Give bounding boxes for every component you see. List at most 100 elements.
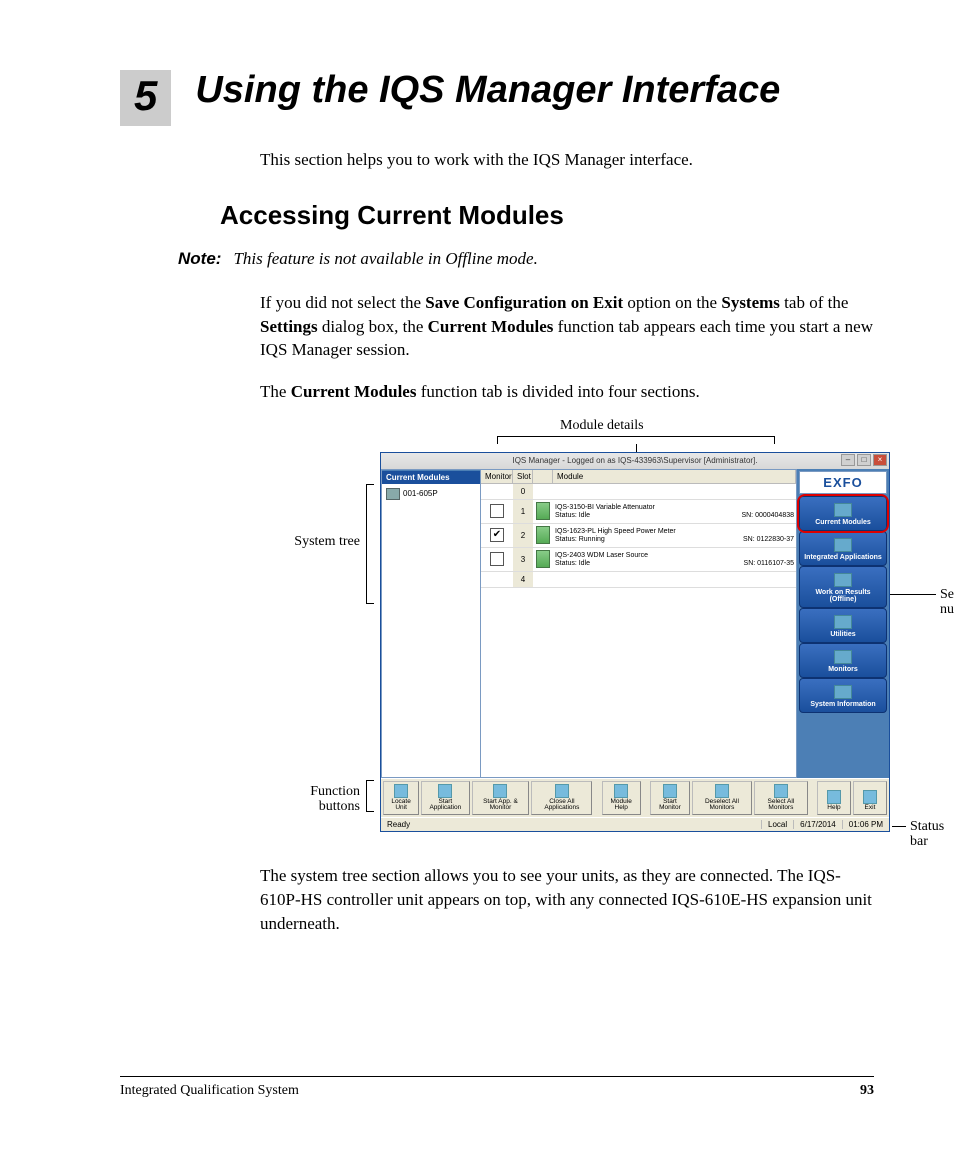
module-icon: [536, 526, 550, 544]
toolbar-label: Select All Monitors: [758, 799, 804, 812]
nav-icon: [834, 503, 852, 517]
toolbar-icon: [715, 784, 729, 798]
system-tree-panel: Current Modules 001-605P: [381, 469, 481, 778]
tree-header: Current Modules: [382, 470, 480, 484]
toolbar-button[interactable]: Start Monitor: [650, 781, 690, 815]
col-monitor: Monitor: [481, 470, 513, 483]
section-heading: Accessing Current Modules: [220, 200, 874, 231]
toolbar-label: Close All Applications: [535, 799, 588, 812]
footer-doc-title: Integrated Qualification System: [120, 1083, 299, 1099]
toolbar-icon: [614, 784, 628, 798]
toolbar-icon: [555, 784, 569, 798]
toolbar-button[interactable]: Deselect All Monitors: [692, 781, 752, 815]
toolbar-icon: [774, 784, 788, 798]
nav-button[interactable]: Integrated Applications: [799, 531, 887, 566]
module-name: IQS-1623-PL High Speed Power Meter: [555, 528, 794, 535]
maximize-button[interactable]: □: [857, 454, 871, 466]
nav-icon: [834, 650, 852, 664]
nav-label: Current Modules: [815, 519, 871, 526]
module-table-panel: Monitor Slot Module 01IQS-3150-BI Variab…: [481, 469, 797, 778]
brand-logo: EXFO: [799, 471, 887, 494]
nav-panel: EXFO Current Modules Integrated Applicati…: [797, 469, 889, 778]
toolbar-label: Deselect All Monitors: [696, 799, 748, 812]
status-ready: Ready: [381, 820, 761, 829]
callout-serial-number: Serialnumber: [940, 587, 954, 618]
module-icon: [536, 550, 550, 568]
chapter-number: 5: [120, 70, 171, 126]
toolbar-icon: [394, 784, 408, 798]
table-row[interactable]: 0: [481, 484, 796, 500]
toolbar-icon: [827, 790, 841, 804]
module-serial: SN: 0000404838: [741, 512, 794, 519]
callout-module-details: Module details: [560, 418, 644, 433]
monitor-checkbox[interactable]: [490, 552, 504, 566]
toolbar-button[interactable]: Locate Unit: [383, 781, 419, 815]
toolbar-label: Help: [827, 805, 840, 812]
toolbar-button[interactable]: Help: [817, 781, 851, 815]
nav-button[interactable]: Monitors: [799, 643, 887, 678]
toolbar-label: Module Help: [606, 799, 637, 812]
paragraph-3: The system tree section allows you to se…: [260, 864, 874, 935]
monitor-checkbox[interactable]: [490, 504, 504, 518]
chapter-title: Using the IQS Manager Interface: [195, 70, 780, 112]
toolbar-icon: [493, 784, 507, 798]
toolbar-button[interactable]: Start Application: [421, 781, 469, 815]
module-status: Status: Idle: [555, 560, 590, 567]
table-row[interactable]: ✔2IQS-1623-PL High Speed Power MeterStat…: [481, 524, 796, 548]
nav-icon: [834, 615, 852, 629]
intro-text: This section helps you to work with the …: [260, 148, 874, 172]
nav-button[interactable]: Work on Results (Offline): [799, 566, 887, 608]
nav-icon: [834, 538, 852, 552]
table-row[interactable]: 1IQS-3150-BI Variable AttenuatorStatus: …: [481, 500, 796, 524]
module-name: IQS-2403 WDM Laser Source: [555, 552, 794, 559]
nav-label: System Information: [810, 701, 875, 708]
status-date: 6/17/2014: [793, 820, 842, 829]
callout-function-buttons: Functionbuttons: [260, 784, 360, 815]
toolbar-icon: [863, 790, 877, 804]
close-button[interactable]: ×: [873, 454, 887, 466]
nav-button[interactable]: Current Modules: [799, 496, 887, 531]
module-status: Status: Idle: [555, 512, 590, 519]
table-row[interactable]: 3IQS-2403 WDM Laser SourceStatus: IdleSN…: [481, 548, 796, 572]
toolbar-button[interactable]: Close All Applications: [531, 781, 592, 815]
nav-label: Integrated Applications: [804, 554, 882, 561]
minimize-button[interactable]: –: [841, 454, 855, 466]
footer-page-number: 93: [860, 1083, 874, 1099]
toolbar-button[interactable]: Exit: [853, 781, 887, 815]
window-titlebar: IQS Manager - Logged on as IQS-433963\Su…: [381, 453, 889, 469]
toolbar-button[interactable]: Module Help: [602, 781, 641, 815]
nav-label: Work on Results (Offline): [802, 589, 884, 603]
nav-button[interactable]: System Information: [799, 678, 887, 713]
module-icon: [536, 502, 550, 520]
toolbar-label: Start Monitor: [654, 799, 686, 812]
status-time: 01:06 PM: [842, 820, 889, 829]
note-label: Note:: [178, 249, 221, 269]
paragraph-1: If you did not select the Save Configura…: [260, 291, 874, 362]
window-title: IQS Manager - Logged on as IQS-433963\Su…: [512, 456, 757, 465]
toolbar-label: Start Application: [425, 799, 465, 812]
toolbar-icon: [438, 784, 452, 798]
col-module: Module: [553, 470, 796, 483]
function-toolbar: Locate Unit Start Application Start App. &…: [381, 778, 889, 817]
paragraph-2: The Current Modules function tab is divi…: [260, 380, 874, 404]
toolbar-label: Locate Unit: [387, 799, 415, 812]
module-serial: SN: 0116107-35: [744, 560, 794, 567]
toolbar-icon: [663, 784, 677, 798]
toolbar-label: Start App. & Monitor: [476, 799, 526, 812]
table-row[interactable]: 4: [481, 572, 796, 588]
module-status: Status: Running: [555, 536, 605, 543]
col-slot: Slot: [513, 470, 533, 483]
monitor-checkbox[interactable]: ✔: [490, 528, 504, 542]
toolbar-button[interactable]: Select All Monitors: [754, 781, 808, 815]
tree-item[interactable]: 001-605P: [384, 486, 478, 502]
nav-button[interactable]: Utilities: [799, 608, 887, 643]
callout-status-bar: Status bar: [910, 819, 944, 850]
unit-icon: [386, 488, 400, 500]
nav-icon: [834, 573, 852, 587]
status-local: Local: [761, 820, 793, 829]
module-serial: SN: 0122830-37: [743, 536, 794, 543]
figure: Module details System tree Functionbutto…: [260, 422, 900, 842]
callout-system-tree: System tree: [260, 534, 360, 549]
app-screenshot: IQS Manager - Logged on as IQS-433963\Su…: [380, 452, 890, 832]
toolbar-button[interactable]: Start App. & Monitor: [472, 781, 530, 815]
